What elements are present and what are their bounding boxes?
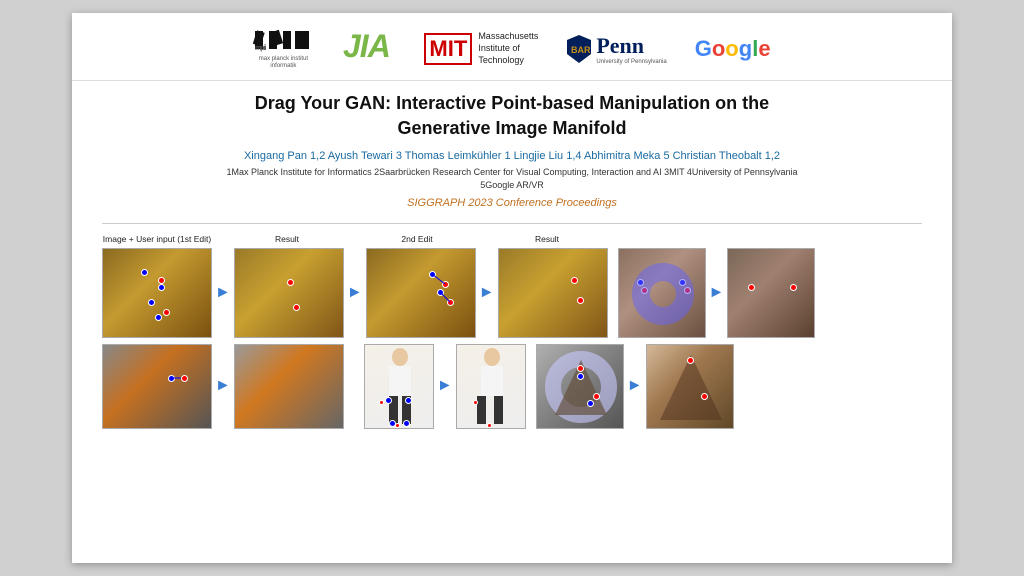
svg-text:mpii: mpii	[255, 45, 266, 52]
cat-result1-image	[727, 248, 815, 338]
arrow-6: ►	[434, 377, 456, 395]
person-edit1-image	[364, 344, 434, 429]
mpi-subtitle: max planck institut informatik	[259, 56, 308, 70]
mountain-result1-image	[646, 344, 734, 429]
col-label-2: Result	[232, 234, 342, 244]
lion-result1-image	[234, 248, 344, 338]
car-edit1-image	[102, 344, 212, 429]
arrow-4: ►	[706, 284, 728, 302]
mpi-icon: mpii	[253, 27, 313, 56]
arrow-5: ►	[212, 377, 234, 395]
arrow-2: ►	[344, 284, 366, 302]
svg-text:JIA: JIA	[343, 28, 390, 63]
person-result1-image	[456, 344, 526, 429]
mountain-edit1-image	[536, 344, 624, 429]
col-label-4: Result	[492, 234, 602, 244]
logo-penn: BAR Penn University of Pennsylvania	[566, 33, 666, 65]
paper-body: Drag Your GAN: Interactive Point-based M…	[72, 81, 952, 439]
arrow-7: ►	[624, 377, 646, 395]
lion-result2-image	[498, 248, 608, 338]
logos-bar: mpii max planck institut informatik JIA …	[72, 13, 952, 81]
logo-mit: MIT Massachusetts Institute of Technolog…	[424, 31, 538, 66]
penn-sub: University of Pennsylvania	[596, 59, 666, 65]
logo-mpi: mpii max planck institut informatik	[253, 27, 313, 70]
svg-text:BAR: BAR	[571, 45, 591, 55]
col-label-1: Image + User input (1st Edit)	[102, 234, 212, 244]
mit-label: Massachusetts Institute of Technology	[478, 31, 538, 66]
paper-title: Drag Your GAN: Interactive Point-based M…	[102, 91, 922, 140]
section-divider	[102, 223, 922, 224]
logo-jia: JIA	[341, 27, 396, 70]
col-label-3: 2nd Edit	[362, 234, 472, 244]
car-result1-image	[234, 344, 344, 429]
arrow-1: ►	[212, 284, 234, 302]
logo-google: Google	[695, 36, 771, 62]
cat-edit1-image	[618, 248, 706, 338]
conference-line: SIGGRAPH 2023 Conference Proceedings	[102, 197, 922, 209]
arrow-3: ►	[476, 284, 498, 302]
affiliations-line: 1Max Planck Institute for Informatics 2S…	[102, 166, 922, 193]
lion-edit2-image	[366, 248, 476, 338]
lion-edit1-image	[102, 248, 212, 338]
mit-text: MIT	[424, 33, 472, 65]
paper-container: mpii max planck institut informatik JIA …	[72, 13, 952, 563]
authors-line: Xingang Pan 1,2 Ayush Tewari 3 Thomas Le…	[102, 150, 922, 162]
